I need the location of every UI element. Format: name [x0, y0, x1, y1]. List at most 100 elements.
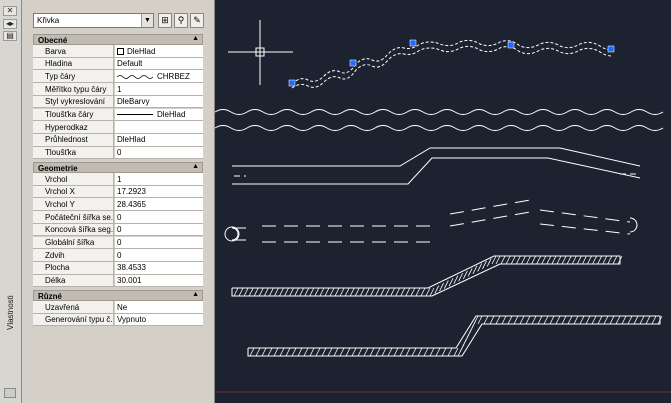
property-value-text: Ne: [117, 302, 128, 312]
property-row[interactable]: Tloušťka 0: [33, 146, 203, 160]
section-header-misc[interactable]: Různé ▲: [33, 290, 203, 301]
property-label: Vrchol X: [33, 185, 114, 198]
property-label: Hyperodkaz: [33, 121, 114, 133]
palette-settings-icon[interactable]: [4, 388, 16, 398]
collapse-icon[interactable]: ▲: [192, 163, 199, 170]
property-label: Typ čáry: [33, 70, 114, 83]
property-label: Hladina: [33, 57, 114, 70]
section-title: Geometrie: [38, 164, 78, 173]
property-label: Průhlednost: [33, 133, 114, 146]
property-value[interactable]: DleHlad: [115, 133, 203, 146]
property-value[interactable]: 30.001: [115, 274, 203, 287]
section-header-geometry[interactable]: Geometrie ▲: [33, 162, 203, 173]
property-label: Počáteční šířka se...: [33, 211, 114, 223]
quick-select-icon[interactable]: ⚲: [174, 13, 188, 28]
property-value[interactable]: 0: [115, 236, 203, 249]
property-row[interactable]: Plocha 38.4533: [33, 261, 203, 275]
property-label: Měřítko typu čáry: [33, 83, 114, 95]
property-value-text: 0: [117, 225, 122, 235]
property-label: Vrchol: [33, 173, 114, 185]
property-value[interactable]: CHRBEZ: [115, 70, 203, 83]
property-value-text: 0: [117, 148, 122, 158]
section-title: Obecné: [38, 36, 68, 45]
property-row[interactable]: Uzavřená Ne: [33, 301, 203, 314]
property-value-text: Default: [117, 59, 143, 69]
collapse-icon[interactable]: ▲: [192, 35, 199, 42]
section-header-general[interactable]: Obecné ▲: [33, 34, 203, 45]
property-row[interactable]: Vrchol Y 28.4365: [33, 198, 203, 212]
property-row[interactable]: Hladina Default: [33, 57, 203, 71]
property-row[interactable]: Styl vykreslování DleBarvy: [33, 95, 203, 109]
property-row[interactable]: Počáteční šířka se... 0: [33, 211, 203, 224]
property-value[interactable]: DleHlad: [115, 108, 203, 121]
property-value[interactable]: DleBarvy: [115, 95, 203, 108]
autohide-icon[interactable]: ◂▸: [3, 19, 17, 29]
palette-title: Vlastnosti: [6, 295, 15, 330]
property-value[interactable]: [115, 121, 203, 133]
property-row[interactable]: Hyperodkaz: [33, 121, 203, 134]
property-label: Koncová šířka seg...: [33, 223, 114, 236]
color-swatch-icon: [117, 47, 124, 55]
property-value-text: 38.4533: [117, 263, 146, 273]
property-row[interactable]: Generování typu č... Vypnuto: [33, 313, 203, 327]
property-label: Vrchol Y: [33, 198, 114, 211]
property-row[interactable]: Zdvih 0: [33, 249, 203, 262]
property-value[interactable]: 0: [115, 223, 203, 236]
property-value[interactable]: 1: [115, 173, 203, 185]
property-row[interactable]: Barva DleHlad: [33, 45, 203, 58]
property-value[interactable]: 17.2923: [115, 185, 203, 198]
property-label: Uzavřená: [33, 301, 114, 313]
property-label: Tloušťka: [33, 146, 114, 159]
linetype-preview-icon: [117, 74, 153, 79]
property-value[interactable]: DleHlad: [115, 45, 203, 57]
select-objects-icon[interactable]: ⊞: [158, 13, 172, 28]
property-value-text: 0: [117, 250, 122, 260]
property-label: Generování typu č...: [33, 313, 114, 326]
property-label: Tloušťka čáry: [33, 108, 114, 121]
property-value-text: DleBarvy: [117, 97, 150, 107]
property-row[interactable]: Vrchol 1: [33, 173, 203, 186]
property-row[interactable]: Měřítko typu čáry 1: [33, 83, 203, 96]
property-row[interactable]: Koncová šířka seg... 0: [33, 223, 203, 237]
properties-menu-icon[interactable]: ▤: [3, 31, 17, 41]
property-value[interactable]: 0: [115, 211, 203, 223]
property-value-text: CHRBEZ: [157, 71, 190, 81]
section-title: Různé: [38, 292, 62, 301]
property-value-text: Vypnuto: [117, 315, 147, 325]
property-value[interactable]: Ne: [115, 301, 203, 313]
property-row[interactable]: Vrchol X 17.2923: [33, 185, 203, 199]
property-value-text: DleHlad: [157, 110, 186, 119]
property-row[interactable]: Průhlednost DleHlad: [33, 133, 203, 147]
object-type-value: Křivka: [37, 16, 60, 25]
property-label: Zdvih: [33, 249, 114, 261]
property-value-text: DleHlad: [117, 135, 146, 145]
close-icon[interactable]: ✕: [3, 6, 17, 16]
property-label: Barva: [33, 45, 114, 57]
property-value[interactable]: 38.4533: [115, 261, 203, 274]
chevron-down-icon[interactable]: ▼: [141, 14, 153, 27]
property-value-text: 0: [117, 212, 122, 222]
property-row[interactable]: Typ čáry CHRBEZ: [33, 70, 203, 84]
property-label: Styl vykreslování: [33, 95, 114, 108]
lineweight-preview-icon: [117, 114, 153, 116]
property-value[interactable]: 0: [115, 249, 203, 261]
property-value[interactable]: 28.4365: [115, 198, 203, 211]
toggle-pickadd-icon[interactable]: ✎: [190, 13, 204, 28]
property-value-text: 1: [117, 174, 122, 184]
property-row[interactable]: Globální šířka 0: [33, 236, 203, 250]
property-value-text: 17.2923: [117, 187, 146, 197]
property-row[interactable]: Délka 30.001: [33, 274, 203, 288]
palette-titlebar[interactable]: ✕ ◂▸ ▤ Vlastnosti: [0, 0, 22, 403]
property-label: Globální šířka: [33, 236, 114, 249]
property-value-text: 0: [117, 238, 122, 247]
property-label: Plocha: [33, 261, 114, 274]
property-value[interactable]: Vypnuto: [115, 313, 203, 326]
property-value[interactable]: Default: [115, 57, 203, 70]
property-value[interactable]: 1: [115, 83, 203, 95]
property-value-text: 1: [117, 84, 122, 94]
property-value-text: DleHlad: [127, 46, 156, 56]
object-type-dropdown[interactable]: Křivka ▼: [33, 13, 154, 28]
property-row[interactable]: Tloušťka čáry DleHlad: [33, 108, 203, 122]
property-value[interactable]: 0: [115, 146, 203, 159]
collapse-icon[interactable]: ▲: [192, 291, 199, 298]
